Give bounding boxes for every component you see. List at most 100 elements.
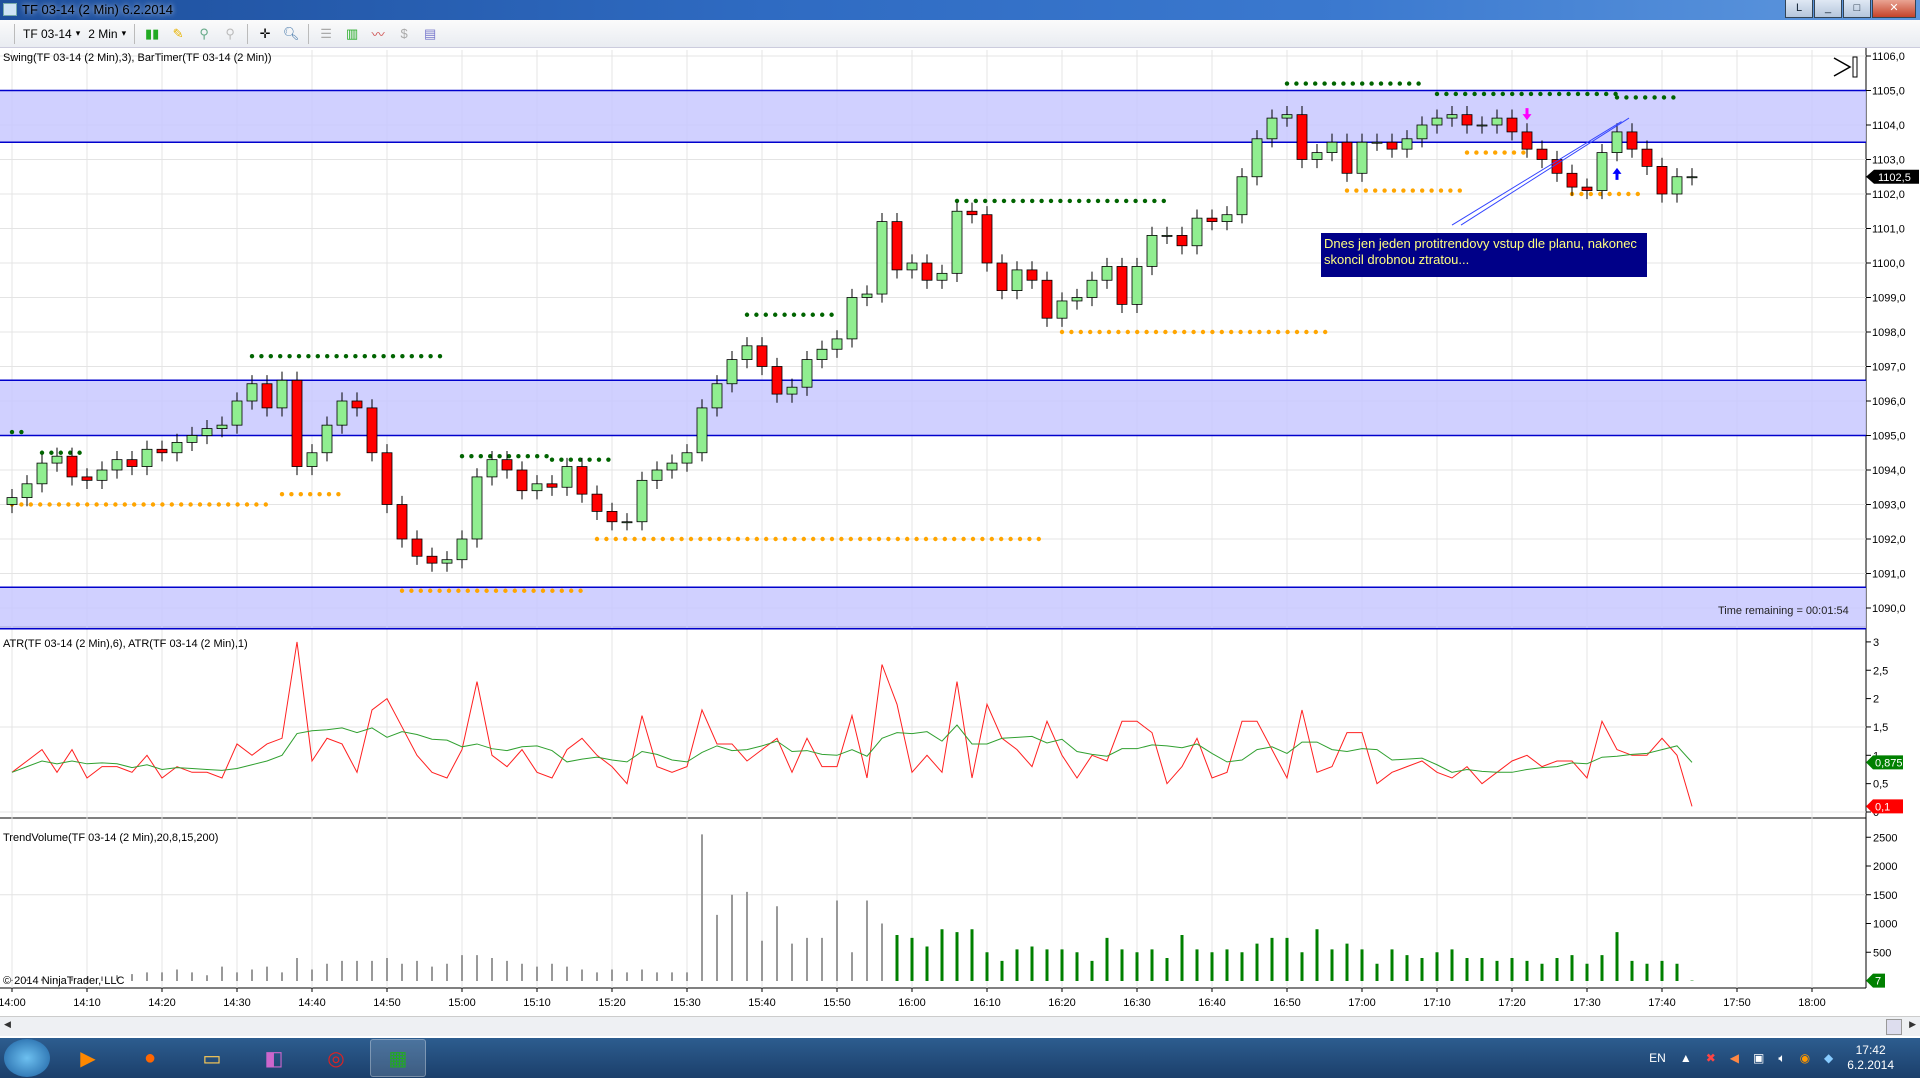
swing-low-dot <box>399 588 405 593</box>
swing-high-dot <box>606 457 611 462</box>
data-box-icon[interactable]: ☰ <box>317 25 335 43</box>
chart-canvas[interactable]: 14:00 14:10 14:20 14:30 14:40 14:50 15:00 15:10… <box>0 48 1920 1016</box>
candle-up <box>306 452 318 467</box>
price-label: 1099,0 <box>1872 293 1906 305</box>
zoom-out-icon[interactable]: ⚲ <box>221 25 239 43</box>
chart-style-icon[interactable]: ▮▮ <box>143 25 161 43</box>
swing-low-dot <box>103 502 109 507</box>
swing-low-dot <box>113 502 118 507</box>
candle-up <box>1596 152 1608 191</box>
properties-icon[interactable]: ▤ <box>421 25 439 43</box>
firefox-icon[interactable]: ● <box>122 1039 178 1077</box>
separator <box>134 23 136 44</box>
maximize-button[interactable]: □ <box>1843 0 1871 18</box>
excel-icon[interactable]: ▦ <box>370 1039 426 1077</box>
candle-up <box>1311 152 1323 160</box>
swing-low-dot <box>688 536 694 542</box>
volume-axis-label: 2000 <box>1873 861 1897 873</box>
swing-low-dot <box>1008 536 1013 542</box>
swing-high-dot <box>39 450 45 455</box>
swing-low-dot <box>623 536 628 542</box>
swing-low-dot <box>1588 191 1594 197</box>
explorer-icon[interactable]: ▭ <box>184 1039 240 1077</box>
clock[interactable]: 17:42 6.2.2014 <box>1847 1043 1894 1073</box>
strategies-icon[interactable]: 〰 <box>369 25 387 43</box>
media-player-icon[interactable]: ▶ <box>60 1039 116 1077</box>
candle-up <box>36 462 48 485</box>
swing-low-dot <box>1069 329 1074 335</box>
swing-low-dot <box>1191 329 1196 335</box>
swing-low-dot <box>456 588 461 593</box>
scroll-left-icon[interactable]: ◀ <box>4 1019 11 1030</box>
price-label: 1097,0 <box>1872 362 1906 374</box>
pencil-draw-icon[interactable]: ✎ <box>169 25 187 43</box>
candle-up <box>1401 138 1413 150</box>
swing-low-dot <box>1285 329 1290 335</box>
swing-low-dot <box>559 588 564 593</box>
swing-low-dot <box>1410 188 1416 193</box>
candle-up <box>1686 176 1698 179</box>
swing-high-dot <box>469 454 474 459</box>
swing-low-dot <box>867 536 872 542</box>
time-label: 15:40 <box>748 997 776 1009</box>
swing-low-dot <box>726 536 731 542</box>
swing-low-dot <box>475 588 480 593</box>
swing-low-dot <box>999 536 1004 542</box>
volume-icon[interactable]: 🔈︎ <box>1778 1051 1785 1066</box>
atr-axis-label: 0,5 <box>1873 779 1888 791</box>
candle-up <box>786 386 798 395</box>
candle-up <box>471 476 483 540</box>
indicators-icon[interactable]: ▥ <box>343 25 361 43</box>
tray-expand-icon[interactable]: ▲ <box>1680 1051 1692 1065</box>
magnifier-icon[interactable]: 🔍︎ <box>282 25 300 43</box>
swing-high-dot <box>1020 198 1025 204</box>
price-label: 1100,0 <box>1872 258 1905 270</box>
volume-panel-label: TrendVolume(TF 03-14 (2 Min),20,8,15,200… <box>3 832 219 844</box>
interval-dropdown[interactable]: 2 Min <box>88 27 126 41</box>
ninjatrader-icon[interactable]: ◎ <box>308 1039 364 1077</box>
candle-up <box>726 359 738 385</box>
candle-down <box>891 221 903 271</box>
swing-low-dot <box>1247 329 1253 335</box>
crosshair-icon[interactable]: ✛ <box>256 25 274 43</box>
onenote-icon[interactable]: ◧ <box>246 1039 302 1077</box>
time-label: 15:10 <box>523 997 551 1009</box>
candle-down <box>1506 117 1518 133</box>
scroll-right-icon[interactable]: ▶ <box>1909 1019 1916 1030</box>
swing-high-dot <box>559 457 564 462</box>
swing-high-dot <box>419 353 424 359</box>
start-button[interactable] <box>4 1039 50 1077</box>
scroll-thumb[interactable] <box>1886 1019 1902 1035</box>
swing-low-dot <box>428 588 433 593</box>
swing-high-dot <box>249 353 255 359</box>
candle-up <box>831 338 843 350</box>
minimize-button[interactable]: _ <box>1814 0 1842 18</box>
language-indicator[interactable]: EN <box>1649 1051 1666 1065</box>
swing-low-dot <box>569 588 574 593</box>
instrument-dropdown[interactable]: TF 03-14 <box>23 27 80 41</box>
swing-high-dot <box>568 457 573 462</box>
swing-low-dot <box>1135 329 1140 335</box>
candle-up <box>696 407 708 454</box>
candle-up <box>1326 141 1338 153</box>
avast-icon[interactable]: ◉ <box>1800 1051 1810 1065</box>
swing-low-dot <box>512 588 517 593</box>
tray-error-icon[interactable]: ✖ <box>1706 1051 1716 1065</box>
swing-low-dot <box>914 536 919 542</box>
speaker-muted-icon[interactable]: ◀ <box>1730 1051 1739 1065</box>
swing-low-dot <box>308 491 313 497</box>
dollar-icon[interactable]: $ <box>395 25 413 43</box>
restore-tab-button[interactable]: L <box>1785 0 1813 18</box>
swing-high-dot <box>763 312 768 317</box>
swing-high-dot <box>409 353 414 359</box>
candle-down <box>756 345 768 367</box>
close-button[interactable]: ✕ <box>1872 0 1916 18</box>
candle-up <box>1611 131 1623 154</box>
network-icon[interactable]: ▣ <box>1753 1051 1764 1065</box>
swing-high-dot <box>1161 198 1167 204</box>
zoom-in-icon[interactable]: ⚲ <box>195 25 213 43</box>
swing-high-dot <box>773 312 778 317</box>
candle-down <box>351 400 363 409</box>
dropbox-icon[interactable]: ◆ <box>1824 1051 1833 1065</box>
horizontal-scrollbar[interactable]: ◀ ▶ <box>0 1016 1920 1036</box>
